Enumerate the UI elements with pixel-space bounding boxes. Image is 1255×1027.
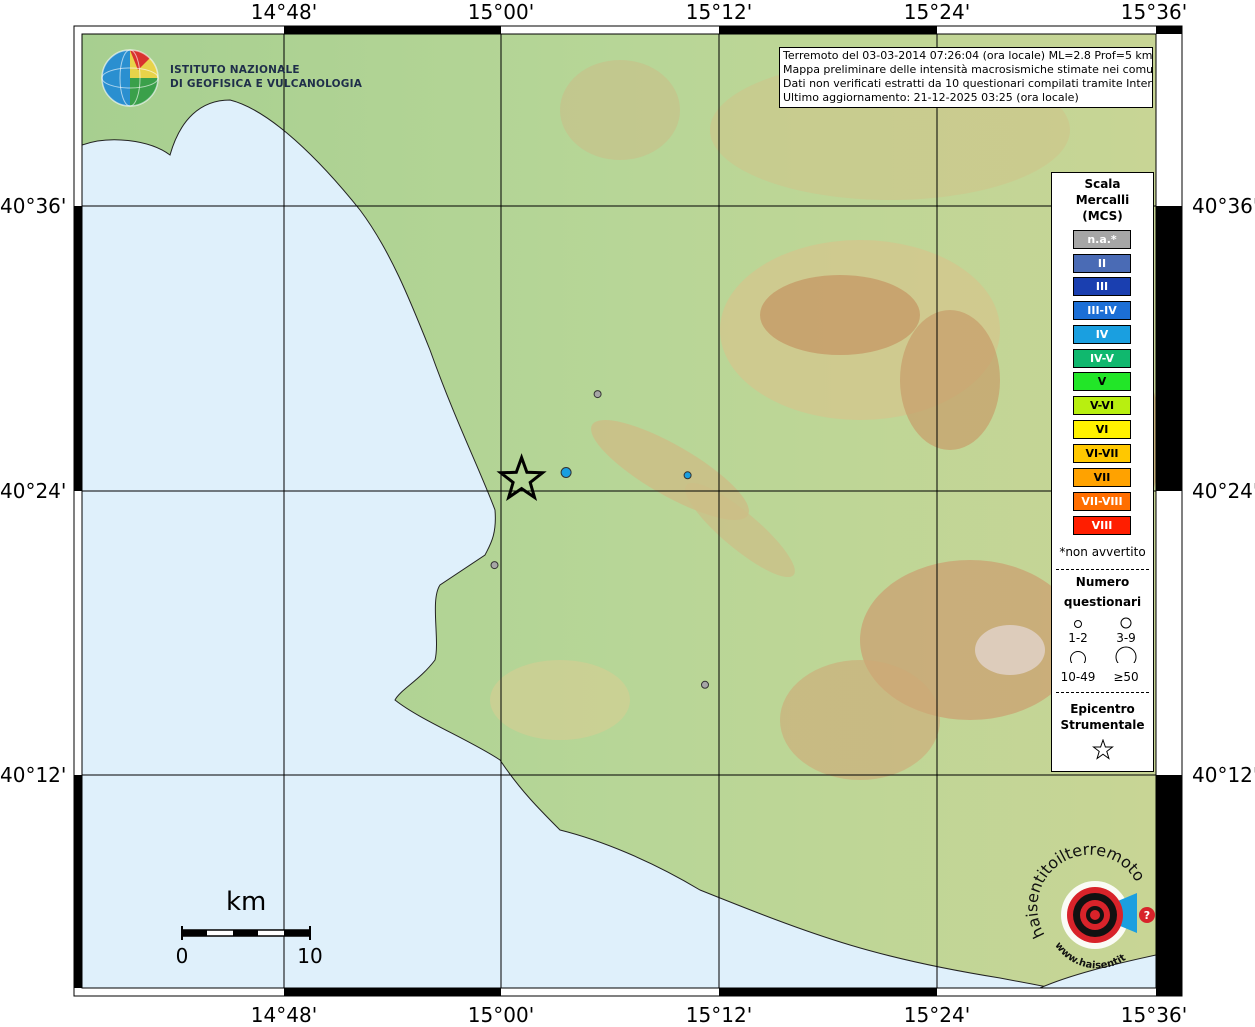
event-info-line2: Mappa preliminare delle intensità macros… <box>783 63 1153 76</box>
count-symbol-3-9 <box>1120 617 1132 629</box>
count-label-1: 1-2 <box>1068 631 1088 645</box>
legend-swatch-ii: II <box>1073 254 1131 273</box>
lon-label-top-1: 14°48' <box>250 0 318 24</box>
legend-swatch-iii: III <box>1073 277 1131 296</box>
legend-separator-2 <box>1056 692 1149 693</box>
ingv-name-line2: DI GEOFISICA E VULCANOLOGIA <box>170 78 363 90</box>
lat-label-left-1: 40°36' <box>0 194 67 218</box>
event-info-line1: Terremoto del 03-03-2014 07:26:04 (ora l… <box>783 49 1153 62</box>
legend-epi-title-line1: Epicentro <box>1070 702 1135 716</box>
observation-point[interactable] <box>490 561 499 570</box>
count-label-3: 10-49 <box>1060 670 1096 684</box>
legend-swatch-vivii: VI-VII <box>1073 444 1131 463</box>
legend-swatch-na: n.a.* <box>1073 230 1131 249</box>
legend-swatch-iv: IV <box>1073 325 1131 344</box>
lon-label-top-3: 15°12' <box>685 0 753 24</box>
lat-label-left-3: 40°12' <box>0 763 67 787</box>
map-area <box>82 34 1156 988</box>
observation-point[interactable] <box>560 467 572 478</box>
legend-swatch-vvi: V-VI <box>1073 396 1131 415</box>
legend-swatch-ivv: IV-V <box>1073 349 1131 368</box>
observation-point[interactable] <box>593 390 602 399</box>
observation-point[interactable] <box>701 680 709 689</box>
legend-separator-1 <box>1056 569 1149 570</box>
lon-label-top-5: 15°36' <box>1120 0 1188 24</box>
mountain-alburni <box>760 275 920 355</box>
hill-north-west <box>560 60 680 160</box>
legend-swatch-viiviii: VII-VIII <box>1073 492 1131 511</box>
count-symbol-1-2 <box>1074 620 1082 628</box>
lon-label-bottom-4: 15°24' <box>903 1003 971 1027</box>
legend-swatch-vi: VI <box>1073 420 1131 439</box>
lat-label-right-2: 40°24' <box>1192 479 1255 503</box>
legend-swatch-vii: VII <box>1073 468 1131 487</box>
count-label-2: 3-9 <box>1116 631 1136 645</box>
peak-cervati <box>975 625 1045 675</box>
legend-panel: Scala Mercalli (MCS) n.a.* II III III-IV IV I… <box>1051 172 1154 772</box>
legend-swatch-v: V <box>1073 372 1131 391</box>
lon-label-bottom-5: 15°36' <box>1120 1003 1188 1027</box>
lat-label-right-3: 40°12' <box>1192 763 1255 787</box>
ingv-globe-icon <box>101 49 159 107</box>
event-info-box: Terremoto del 03-03-2014 07:26:04 (ora l… <box>779 47 1153 108</box>
legend-count-title-line1: Numero <box>1075 575 1130 589</box>
lon-label-top-4: 15°24' <box>903 0 971 24</box>
hill-south <box>780 660 940 780</box>
count-symbol-10-49 <box>1070 651 1086 663</box>
lon-label-top-2: 15°00' <box>467 0 535 24</box>
lat-label-left-2: 40°24' <box>0 479 67 503</box>
legend-count-symbols <box>1070 617 1137 663</box>
legend-swatch-viii: VIII <box>1073 516 1131 535</box>
lat-label-right-1: 40°36' <box>1192 194 1255 218</box>
lon-label-bottom-2: 15°00' <box>467 1003 535 1027</box>
legend-epi-title-line2: Strumentale <box>1060 718 1145 732</box>
hill-cilento <box>490 660 630 740</box>
event-info-line3: Dati non verificati estratti da 10 quest… <box>783 77 1153 90</box>
scale-bar-start: 0 <box>175 944 189 968</box>
legend-title-line3: (MCS) <box>1082 209 1123 223</box>
svg-text:?: ? <box>1144 909 1150 922</box>
legend-swatch-iiiiv: III-IV <box>1073 301 1131 320</box>
scale-bar-end: 10 <box>297 944 323 968</box>
count-symbol-50 <box>1115 646 1137 663</box>
event-info-line4: Ultimo aggiornamento: 21-12-2025 03:25 (… <box>783 91 1079 104</box>
count-label-4: ≥50 <box>1113 670 1139 684</box>
lon-label-bottom-3: 15°12' <box>685 1003 753 1027</box>
lon-label-bottom-1: 14°48' <box>250 1003 318 1027</box>
legend-star-icon <box>1092 739 1114 760</box>
legend-title-line2: Mercalli <box>1075 193 1130 207</box>
observation-point[interactable] <box>683 471 692 480</box>
legend-title-line1: Scala <box>1084 177 1121 191</box>
ingv-name-line1: ISTITUTO NAZIONALE <box>170 64 300 76</box>
scale-bar-unit: km <box>226 887 267 917</box>
mountain-east <box>900 310 1000 450</box>
legend-note: *non avvertito <box>1059 545 1146 559</box>
legend-count-title-line2: questionari <box>1063 595 1142 609</box>
